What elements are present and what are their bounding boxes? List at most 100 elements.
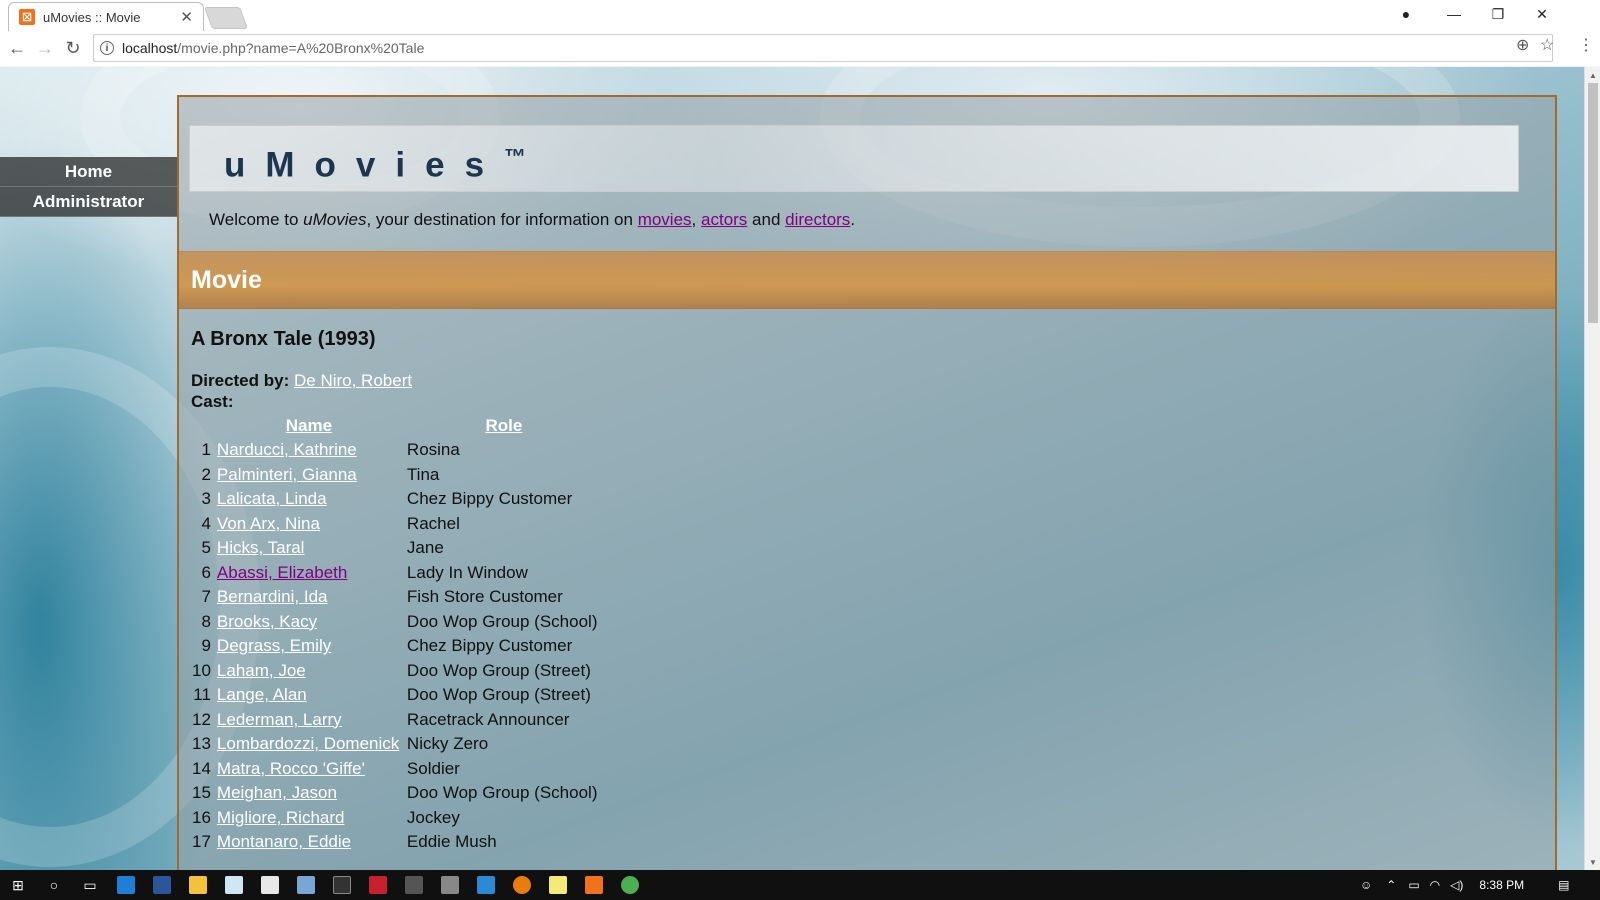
page-scrollbar[interactable]: ▲ ▼ [1584, 67, 1600, 870]
new-tab-button[interactable] [203, 7, 249, 29]
actor-link[interactable]: Lombardozzi, Domenick [217, 734, 399, 753]
cast-role: Lady In Window [406, 562, 528, 582]
profile-icon[interactable]: ● [1384, 0, 1428, 28]
battery-icon[interactable]: ▭ [1408, 878, 1419, 892]
word-icon[interactable] [144, 870, 180, 900]
actor-link[interactable]: Abassi, Elizabeth [217, 563, 347, 582]
chevron-up-icon[interactable]: ⌃ [1386, 878, 1396, 892]
cast-number: 4 [201, 513, 211, 533]
actor-link[interactable]: Meighan, Jason [217, 783, 337, 802]
actors-link[interactable]: actors [701, 210, 747, 229]
actor-link[interactable]: Migliore, Richard [217, 808, 345, 827]
menu-icon[interactable]: ⋮ [1578, 35, 1594, 55]
cast-name-cell: Brooks, Kacy [214, 610, 404, 635]
address-row: ← → ↻ i localhost/movie.php?name=A%20Bro… [0, 31, 1600, 66]
table-row: 16 Migliore, Richard Jockey [189, 806, 604, 831]
close-tab-icon[interactable]: ✕ [180, 8, 193, 26]
cast-name-cell: Hicks, Taral [214, 536, 404, 561]
actor-link[interactable]: Lange, Alan [217, 685, 307, 704]
column-role[interactable]: Role [404, 414, 604, 438]
amazon-icon[interactable] [324, 870, 360, 900]
bookmark-star-icon[interactable]: ☆ [1540, 35, 1554, 55]
scroll-up-icon[interactable]: ▲ [1585, 67, 1600, 83]
cast-name-cell: Meighan, Jason [214, 781, 404, 806]
app-red-icon[interactable] [360, 870, 396, 900]
movies-link[interactable]: movies [638, 210, 692, 229]
media-icon[interactable] [396, 870, 432, 900]
actor-link[interactable]: Laham, Joe [217, 661, 306, 680]
zoom-icon[interactable]: ⊕ [1516, 35, 1529, 55]
site-banner: uMovies™ [189, 125, 1519, 192]
actor-link[interactable]: Narducci, Kathrine [217, 440, 357, 459]
actor-link[interactable]: Brooks, Kacy [217, 612, 317, 631]
directors-link[interactable]: directors [785, 210, 850, 229]
cast-role: Rosina [406, 440, 460, 460]
blender-icon[interactable] [504, 870, 540, 900]
table-row: 10 Laham, Joe Doo Wop Group (Street) [189, 659, 604, 684]
cast-number: 8 [201, 611, 211, 631]
cast-role: Doo Wop Group (Street) [406, 660, 591, 680]
people-icon[interactable]: ☺ [1360, 878, 1372, 892]
search-icon[interactable]: ○ [36, 870, 72, 900]
notes-icon[interactable] [540, 870, 576, 900]
back-icon[interactable]: ← [4, 35, 30, 61]
volume-icon[interactable]: ◁) [1450, 878, 1463, 892]
restore-button[interactable]: ❐ [1476, 0, 1520, 28]
welcome-and: and [747, 210, 786, 229]
cast-role: Doo Wop Group (School) [406, 783, 598, 803]
cast-number: 16 [192, 807, 211, 827]
table-row: 14 Matra, Rocco 'Giffe' Soldier [189, 757, 604, 782]
scrollbar-thumb[interactable] [1588, 83, 1598, 323]
table-row: 1 Narducci, Kathrine Rosina [189, 438, 604, 463]
app-gray-icon[interactable] [432, 870, 468, 900]
cast-name-cell: Lederman, Larry [214, 708, 404, 733]
column-name[interactable]: Name [214, 414, 404, 438]
actor-link[interactable]: Lederman, Larry [217, 710, 342, 729]
cast-number: 7 [201, 587, 211, 607]
remote-desktop-icon[interactable] [468, 870, 504, 900]
cast-role: Nicky Zero [406, 734, 489, 754]
cast-name-cell: Narducci, Kathrine [214, 438, 404, 463]
sidebar-nav: Home Administrator [0, 157, 177, 217]
directed-by-label: Directed by: [191, 371, 290, 390]
scroll-down-icon[interactable]: ▼ [1585, 854, 1600, 870]
page-viewport: Home Administrator uMovies™ Welcome to u… [0, 67, 1584, 870]
forward-icon[interactable]: → [32, 35, 58, 61]
site-logo: uMovies™ [224, 144, 526, 186]
actor-link[interactable]: Montanaro, Eddie [217, 832, 351, 851]
cast-number: 14 [192, 758, 211, 778]
store-icon[interactable] [252, 870, 288, 900]
url-host: localhost [122, 40, 178, 56]
notifications-icon[interactable]: ▤ [1558, 878, 1569, 892]
task-view-icon[interactable]: ▭ [72, 870, 108, 900]
close-window-button[interactable]: ✕ [1520, 0, 1564, 28]
cast-role: Doo Wop Group (School) [406, 611, 598, 631]
reload-icon[interactable]: ↻ [60, 35, 86, 61]
info-icon[interactable]: i [100, 41, 114, 55]
actor-link[interactable]: Lalicata, Linda [217, 489, 327, 508]
windows-start-icon[interactable]: ⊞ [0, 870, 36, 900]
actor-link[interactable]: Degrass, Emily [217, 636, 331, 655]
chrome-icon[interactable] [612, 870, 648, 900]
actor-link[interactable]: Bernardini, Ida [217, 587, 328, 606]
file-explorer-icon[interactable] [180, 870, 216, 900]
sidebar-item-home[interactable]: Home [0, 157, 177, 187]
clock[interactable]: 8:38 PM [1479, 878, 1524, 892]
actor-link[interactable]: Von Arx, Nina [217, 514, 320, 533]
browser-tab[interactable]: ☒ uMovies :: Movie ✕ [8, 2, 204, 31]
edge-icon[interactable] [108, 870, 144, 900]
actor-link[interactable]: Palminteri, Gianna [217, 465, 357, 484]
app-icon[interactable] [288, 870, 324, 900]
xampp-taskbar-icon[interactable] [576, 870, 612, 900]
minimize-button[interactable]: — [1432, 0, 1476, 28]
table-row: 9 Degrass, Emily Chez Bippy Customer [189, 634, 604, 659]
actor-link[interactable]: Hicks, Taral [217, 538, 305, 557]
cast-number: 13 [192, 734, 211, 754]
address-bar[interactable]: i localhost/movie.php?name=A%20Bronx%20T… [93, 34, 1553, 62]
notepad-icon[interactable] [216, 870, 252, 900]
sidebar-item-administrator[interactable]: Administrator [0, 187, 177, 217]
director-link[interactable]: De Niro, Robert [294, 371, 412, 390]
actor-link[interactable]: Matra, Rocco 'Giffe' [217, 759, 365, 778]
wifi-icon[interactable]: ◠ [1430, 878, 1440, 892]
url-path: /movie.php?name=A%20Bronx%20Tale [177, 40, 425, 56]
